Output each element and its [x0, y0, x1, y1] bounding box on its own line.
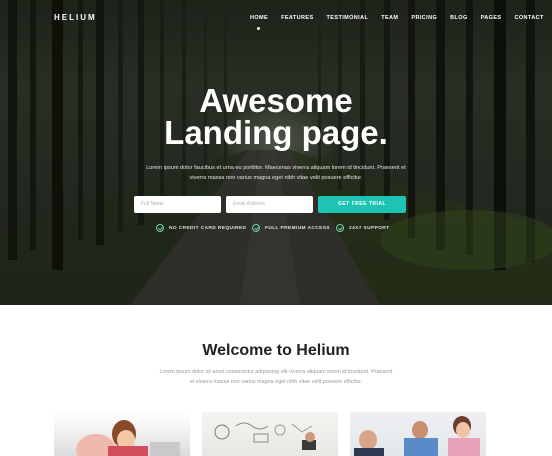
- welcome-text-line2: et viverra massa non varius magna eget n…: [189, 379, 363, 385]
- feature-image-team-meeting: [350, 412, 486, 456]
- nav-item-home[interactable]: HOME: [250, 15, 268, 21]
- hero-subtitle-line2: viverra massa non varius magna eget nibh…: [189, 175, 363, 181]
- nav-item-pricing[interactable]: PRICING: [411, 15, 437, 21]
- feature-image-woman-laptop: [54, 412, 190, 456]
- nav-item-contact[interactable]: CONTACT: [515, 15, 544, 21]
- hero-overlay: [0, 0, 552, 305]
- hero-title-line2: Landing page.: [164, 114, 388, 151]
- check-circle-icon: [336, 224, 344, 232]
- feature-label: 24X7 SUPPORT: [349, 225, 390, 231]
- email-input[interactable]: Email Address: [226, 196, 313, 213]
- nav-item-team[interactable]: TEAM: [381, 15, 398, 21]
- check-circle-icon: [156, 224, 164, 232]
- nav-item-blog[interactable]: BLOG: [450, 15, 468, 21]
- get-free-trial-button[interactable]: GET FREE TRIAL: [318, 196, 406, 213]
- brand-logo[interactable]: HELIUM: [54, 13, 97, 22]
- nav-item-pages[interactable]: PAGES: [481, 15, 502, 21]
- feature-label: FULL PREMIUM ACCESS: [265, 225, 330, 231]
- nav-item-features[interactable]: FEATURES: [281, 15, 313, 21]
- hero-section: HELIUM HOME FEATURES TESTIMONIAL TEAM PR…: [0, 0, 552, 305]
- nav-item-testimonial[interactable]: TESTIMONIAL: [327, 15, 369, 21]
- feature-full-premium: FULL PREMIUM ACCESS: [252, 224, 330, 232]
- welcome-text-line1: Lorem ipsum dolor sit amet consectetur a…: [159, 369, 393, 375]
- feature-image-sketch-desk: [202, 412, 338, 456]
- top-navbar: HELIUM HOME FEATURES TESTIMONIAL TEAM PR…: [0, 0, 552, 36]
- welcome-title: Welcome to Helium: [202, 342, 350, 359]
- main-menu: HOME FEATURES TESTIMONIAL TEAM PRICING B…: [250, 15, 552, 21]
- hero-title-line1: Awesome: [199, 82, 353, 119]
- feature-label: NO CREDIT CARD REQUIRED: [169, 225, 247, 231]
- feature-support: 24X7 SUPPORT: [336, 224, 390, 232]
- full-name-input[interactable]: Full Name: [134, 196, 221, 213]
- check-circle-icon: [252, 224, 260, 232]
- active-nav-indicator: [257, 27, 260, 30]
- hero-subtitle-line1: Lorem ipsum dolor faucibus et urna eu po…: [146, 165, 406, 171]
- feature-no-credit-card: NO CREDIT CARD REQUIRED: [156, 224, 246, 232]
